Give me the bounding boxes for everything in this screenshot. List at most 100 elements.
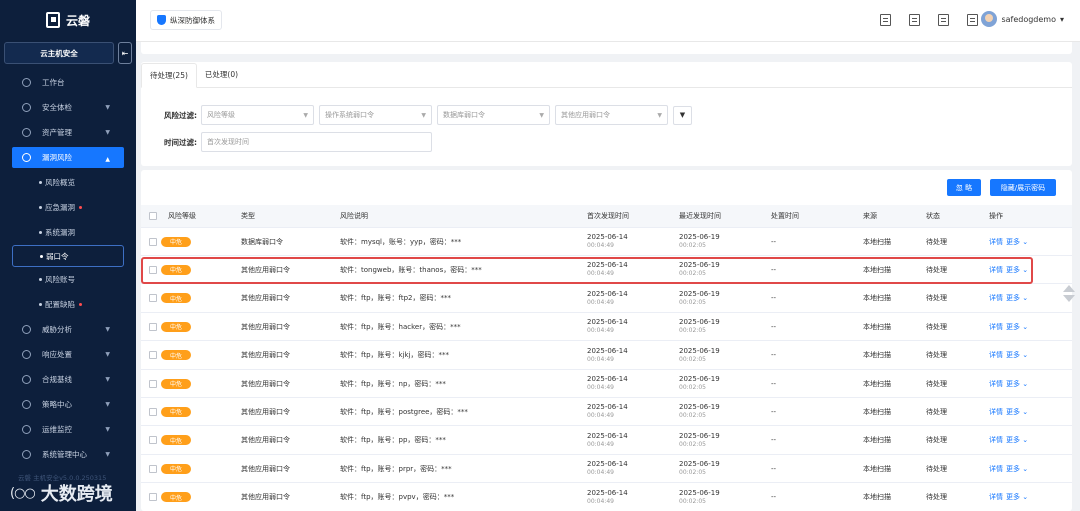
row-checkbox[interactable] [149, 228, 157, 255]
table-row[interactable]: 中危 其他应用弱口令 软件：ftp，账号：ftp2，密码：*** -- 本地扫描 待处理 2… [141, 285, 1072, 313]
detail-link[interactable]: 详情 [989, 464, 1003, 474]
chevron-down-icon: ▼ [105, 426, 110, 433]
more-link[interactable]: 更多 ⌄ [1006, 350, 1028, 360]
table-row[interactable]: 中危 其他应用弱口令 软件：ftp，账号：prpr，密码：*** -- 本地扫描 待处理 2… [141, 455, 1072, 484]
server-icon[interactable] [909, 14, 920, 26]
more-link[interactable]: 更多 ⌄ [1006, 407, 1028, 417]
row-checkbox[interactable] [149, 285, 157, 312]
date-text: 2025-06-14 [587, 346, 628, 355]
row-checkbox[interactable] [149, 484, 157, 511]
toggle-password-button[interactable]: 隐藏/展示密码 [990, 179, 1056, 196]
detail-link[interactable]: 详情 [989, 435, 1003, 445]
table-row[interactable]: 中危 其他应用弱口令 软件：tongweb，账号：thanos，密码：*** -- 本地… [141, 256, 1072, 285]
detail-link[interactable]: 详情 [989, 322, 1003, 332]
more-link[interactable]: 更多 ⌄ [1006, 265, 1028, 275]
more-link[interactable]: 更多 ⌄ [1006, 435, 1028, 445]
select-all-checkbox[interactable] [149, 205, 157, 227]
detail-link[interactable]: 详情 [989, 237, 1003, 247]
product-selector[interactable]: 云主机安全 [4, 42, 114, 64]
tab-handled[interactable]: 已处理(0) [197, 62, 246, 87]
detail-link[interactable]: 详情 [989, 293, 1003, 303]
detail-link[interactable]: 详情 [989, 407, 1003, 417]
document-icon[interactable] [938, 14, 949, 26]
risk-level-badge: 中危 [161, 321, 192, 332]
sidebar-item-after-1[interactable]: 响应处置 ▼ [0, 342, 136, 367]
table-row[interactable]: 中危 其他应用弱口令 软件：ftp，账号：kjkj，密码：*** -- 本地扫描 待处理 2… [141, 342, 1072, 370]
sidebar-subitem-5[interactable]: 配置缺陷 [0, 292, 136, 317]
chevron-down-icon: ▼ [105, 326, 110, 333]
table-row[interactable]: 中危 其他应用弱口令 软件：ftp，账号：postgree，密码：*** -- 本地扫描… [141, 398, 1072, 427]
row-checkbox[interactable] [149, 342, 157, 369]
risk-level-cell: 中危 [161, 313, 192, 340]
more-link[interactable]: 更多 ⌄ [1006, 492, 1028, 502]
sidebar-item-1[interactable]: 安全体检 ▼ [0, 95, 136, 120]
sidebar-subitem-4[interactable]: 风险账号 [0, 267, 136, 292]
detail-link[interactable]: 详情 [989, 379, 1003, 389]
table-row[interactable]: 中危 其他应用弱口令 软件：ftp，账号：pp，密码：*** -- 本地扫描 待处理 202… [141, 427, 1072, 455]
detail-link[interactable]: 详情 [989, 492, 1003, 502]
sidebar-item-1-icon [22, 103, 31, 112]
tab-pending[interactable]: 待处理(25) [141, 63, 197, 88]
sidebar-item-2[interactable]: 资产管理 ▼ [0, 120, 136, 145]
date-text: 2025-06-14 [587, 431, 628, 440]
app-weak-password-select[interactable]: 其他应用弱口令 ▼ [555, 105, 668, 125]
os-weak-password-select-value: 操作系统弱口令 [325, 111, 374, 119]
table-row[interactable]: 中危 其他应用弱口令 软件：ftp，账号：np，密码：*** -- 本地扫描 待处理 202… [141, 370, 1072, 398]
sidebar-item-after-2-label: 合规基线 [42, 375, 72, 384]
sidebar-item-vulnerability-risk[interactable]: 漏洞风险 ▲ [12, 147, 124, 168]
sidebar-active-group-label: 漏洞风险 [42, 153, 72, 162]
more-link[interactable]: 更多 ⌄ [1006, 322, 1028, 332]
collapse-icon[interactable]: ⇤ [118, 42, 132, 64]
row-checkbox[interactable] [149, 455, 157, 482]
sidebar-subitem-3[interactable]: 弱口令 [12, 245, 124, 267]
user-menu[interactable]: safedogdemo ▾ [981, 11, 1064, 27]
row-checkbox[interactable] [149, 398, 157, 425]
detail-link[interactable]: 详情 [989, 350, 1003, 360]
date-text: 2025-06-19 [679, 375, 720, 383]
table-row[interactable]: 中危 其他应用弱口令 软件：ftp，账号：pvpv，密码：*** -- 本地扫描 待处理 2… [141, 484, 1072, 511]
sidebar-item-after-2[interactable]: 合规基线 ▼ [0, 367, 136, 392]
sidebar-item-0[interactable]: 工作台 [0, 70, 136, 95]
row-checkbox[interactable] [149, 313, 157, 340]
ignore-button[interactable]: 忽 略 [947, 179, 981, 196]
defense-badge[interactable]: 纵深防御体系 [150, 10, 222, 30]
dashboard-icon[interactable] [880, 14, 891, 26]
more-link[interactable]: 更多 ⌄ [1006, 379, 1028, 389]
sidebar-subitem-1[interactable]: 应急漏洞 [0, 195, 136, 220]
db-weak-password-select[interactable]: 数据库弱口令 ▼ [437, 105, 550, 125]
type-cell: 其他应用弱口令 [241, 407, 290, 416]
first-found-date-input[interactable]: 首次发现时间 [201, 132, 432, 152]
brand-logo[interactable]: 云磐 [0, 0, 136, 40]
checkbox-box [149, 464, 157, 473]
sidebar-item-after-0[interactable]: 威胁分析 ▼ [0, 317, 136, 342]
expand-filters-button[interactable]: ▼ [673, 105, 692, 125]
risk-level-select[interactable]: 风险等级 ▼ [201, 105, 314, 125]
row-checkbox[interactable] [149, 427, 157, 454]
notification-dot [79, 206, 82, 209]
more-link[interactable]: 更多 ⌄ [1006, 293, 1028, 303]
sidebar-subitem-0[interactable]: 风险概览 [0, 170, 136, 195]
detail-link[interactable]: 详情 [989, 265, 1003, 275]
table-row[interactable]: 中危 其他应用弱口令 软件：ftp，账号：hacker，密码：*** -- 本地扫描 待处… [141, 313, 1072, 342]
column-header: 最近发现时间 [679, 212, 721, 220]
time-text: 00:04:49 [587, 412, 614, 420]
os-weak-password-select[interactable]: 操作系统弱口令 ▼ [319, 105, 432, 125]
checkbox-box [149, 212, 157, 220]
operation-cell: 详情 更多 ⌄ [989, 285, 1028, 312]
row-checkbox[interactable] [149, 256, 157, 283]
date-text: 2025-06-14 [587, 488, 628, 497]
sidebar-item-after-3[interactable]: 策略中心 ▼ [0, 392, 136, 417]
more-link[interactable]: 更多 ⌄ [1006, 464, 1028, 474]
row-checkbox[interactable] [149, 370, 157, 397]
table-row[interactable]: 中危 数据库弱口令 软件：mysql，账号：yyp，密码：*** -- 本地扫描 待处理 2… [141, 228, 1072, 256]
download-icon[interactable] [967, 14, 978, 26]
scroll-down-icon[interactable] [1063, 295, 1075, 302]
top-bar: 纵深防御体系 safedogdemo ▾ [136, 0, 1080, 42]
sidebar-item-after-4[interactable]: 运维监控 ▼ [0, 417, 136, 442]
scroll-up-icon[interactable] [1063, 285, 1075, 292]
time-filter-row: 时间过滤: 首次发现时间 [141, 131, 432, 153]
sidebar-subitem-2[interactable]: 系统漏洞 [0, 220, 136, 245]
more-link[interactable]: 更多 ⌄ [1006, 237, 1028, 247]
sidebar-item-after-5[interactable]: 系统管理中心 ▼ [0, 442, 136, 467]
handled-time-cell: -- [771, 294, 777, 303]
